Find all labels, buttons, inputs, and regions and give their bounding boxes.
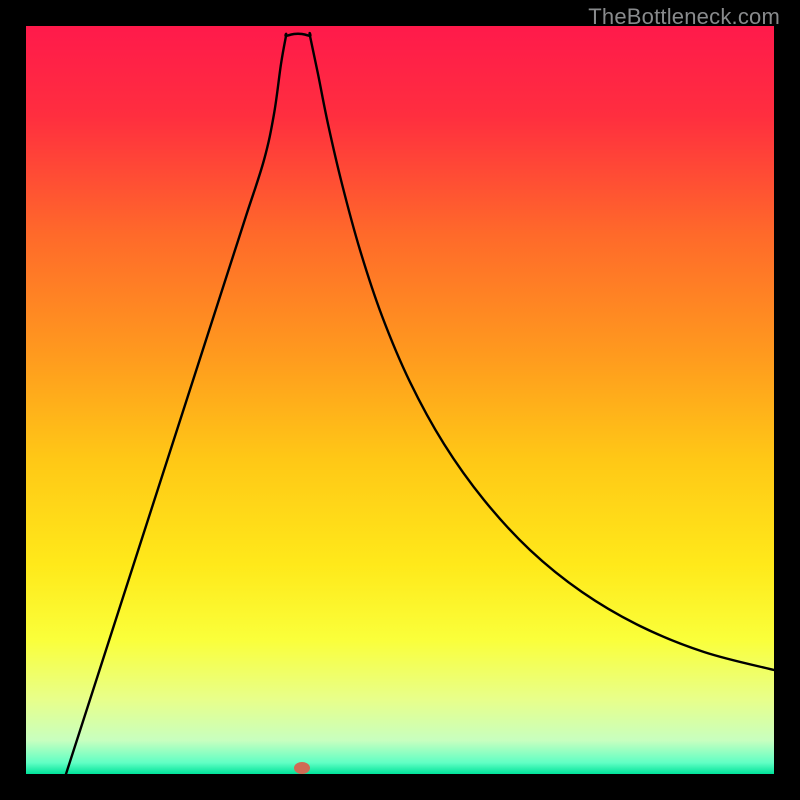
minimum-marker — [294, 762, 310, 774]
plot-area — [26, 26, 774, 774]
chart-svg — [26, 26, 774, 774]
gradient-bg — [26, 26, 774, 774]
chart-frame: TheBottleneck.com — [0, 0, 800, 800]
